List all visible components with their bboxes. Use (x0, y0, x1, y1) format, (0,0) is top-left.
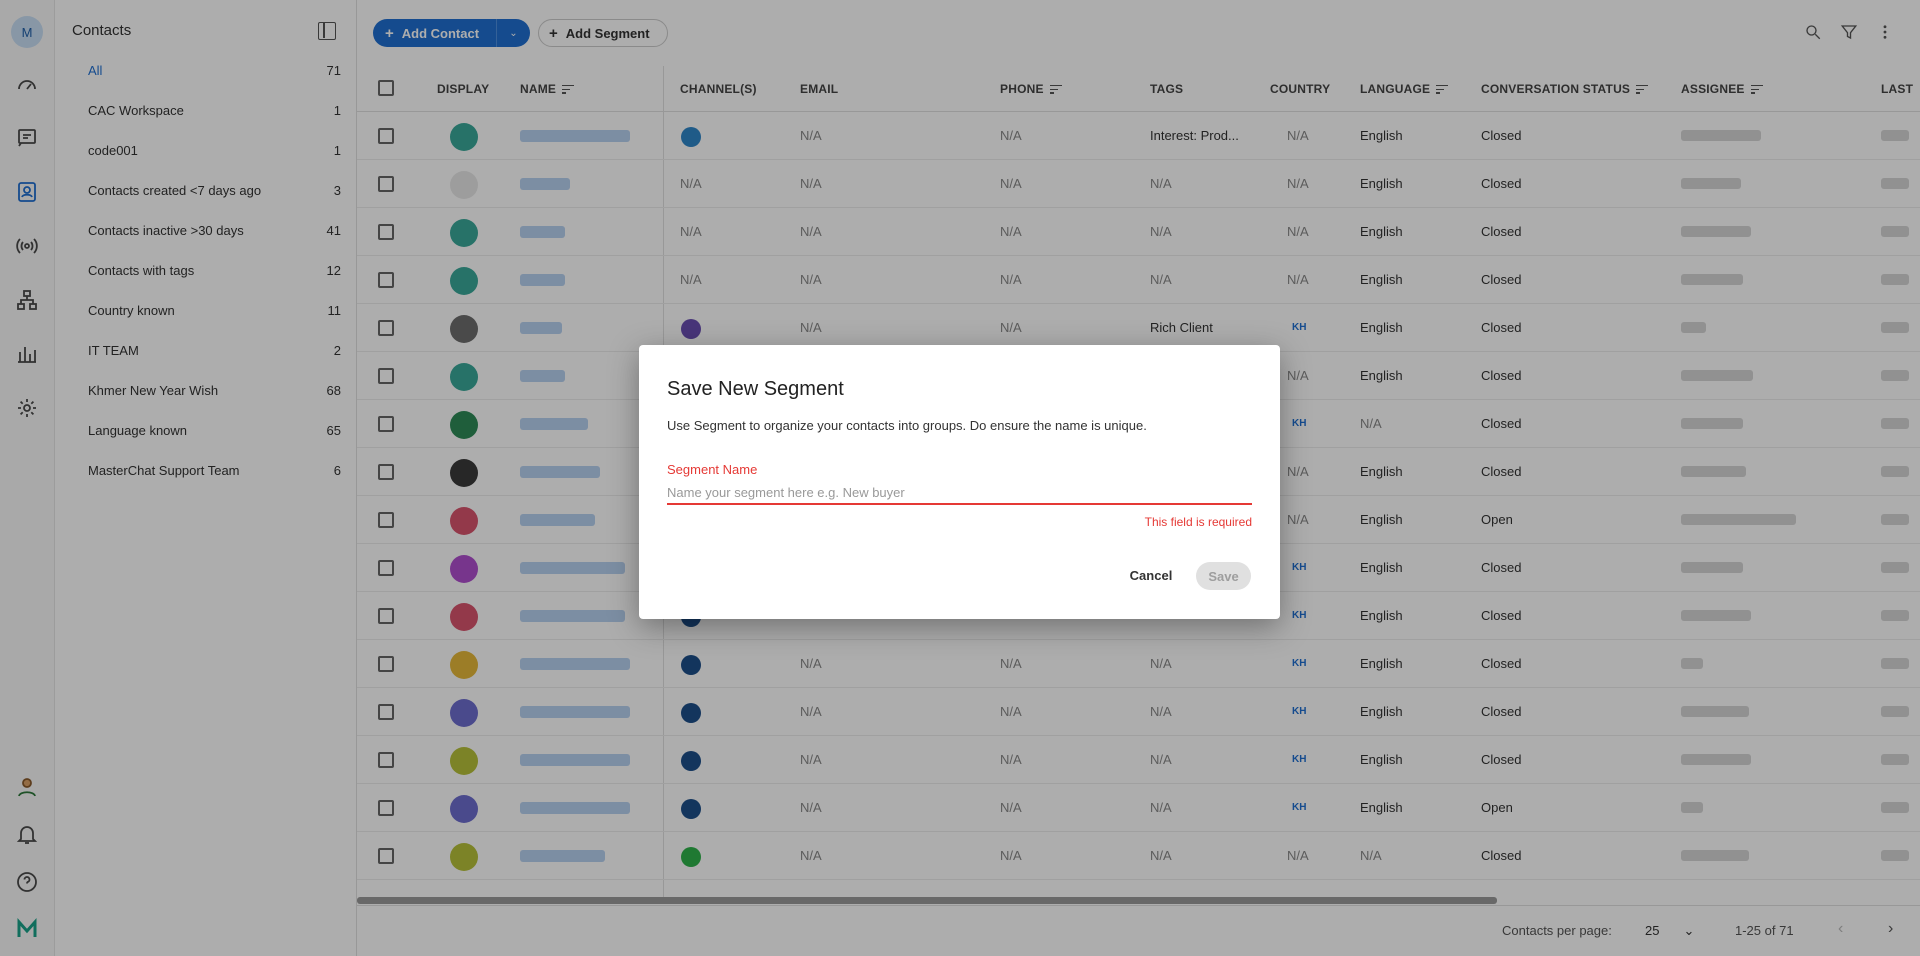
segment-name-error: This field is required (1144, 515, 1252, 529)
dialog-description: Use Segment to organize your contacts in… (667, 418, 1147, 433)
save-segment-dialog: Save New Segment Use Segment to organize… (639, 345, 1280, 619)
cancel-button[interactable]: Cancel (1121, 562, 1181, 588)
save-button[interactable]: Save (1196, 562, 1251, 590)
dialog-title: Save New Segment (667, 378, 844, 400)
segment-name-label: Segment Name (667, 462, 758, 477)
segment-name-input[interactable] (667, 481, 1252, 505)
